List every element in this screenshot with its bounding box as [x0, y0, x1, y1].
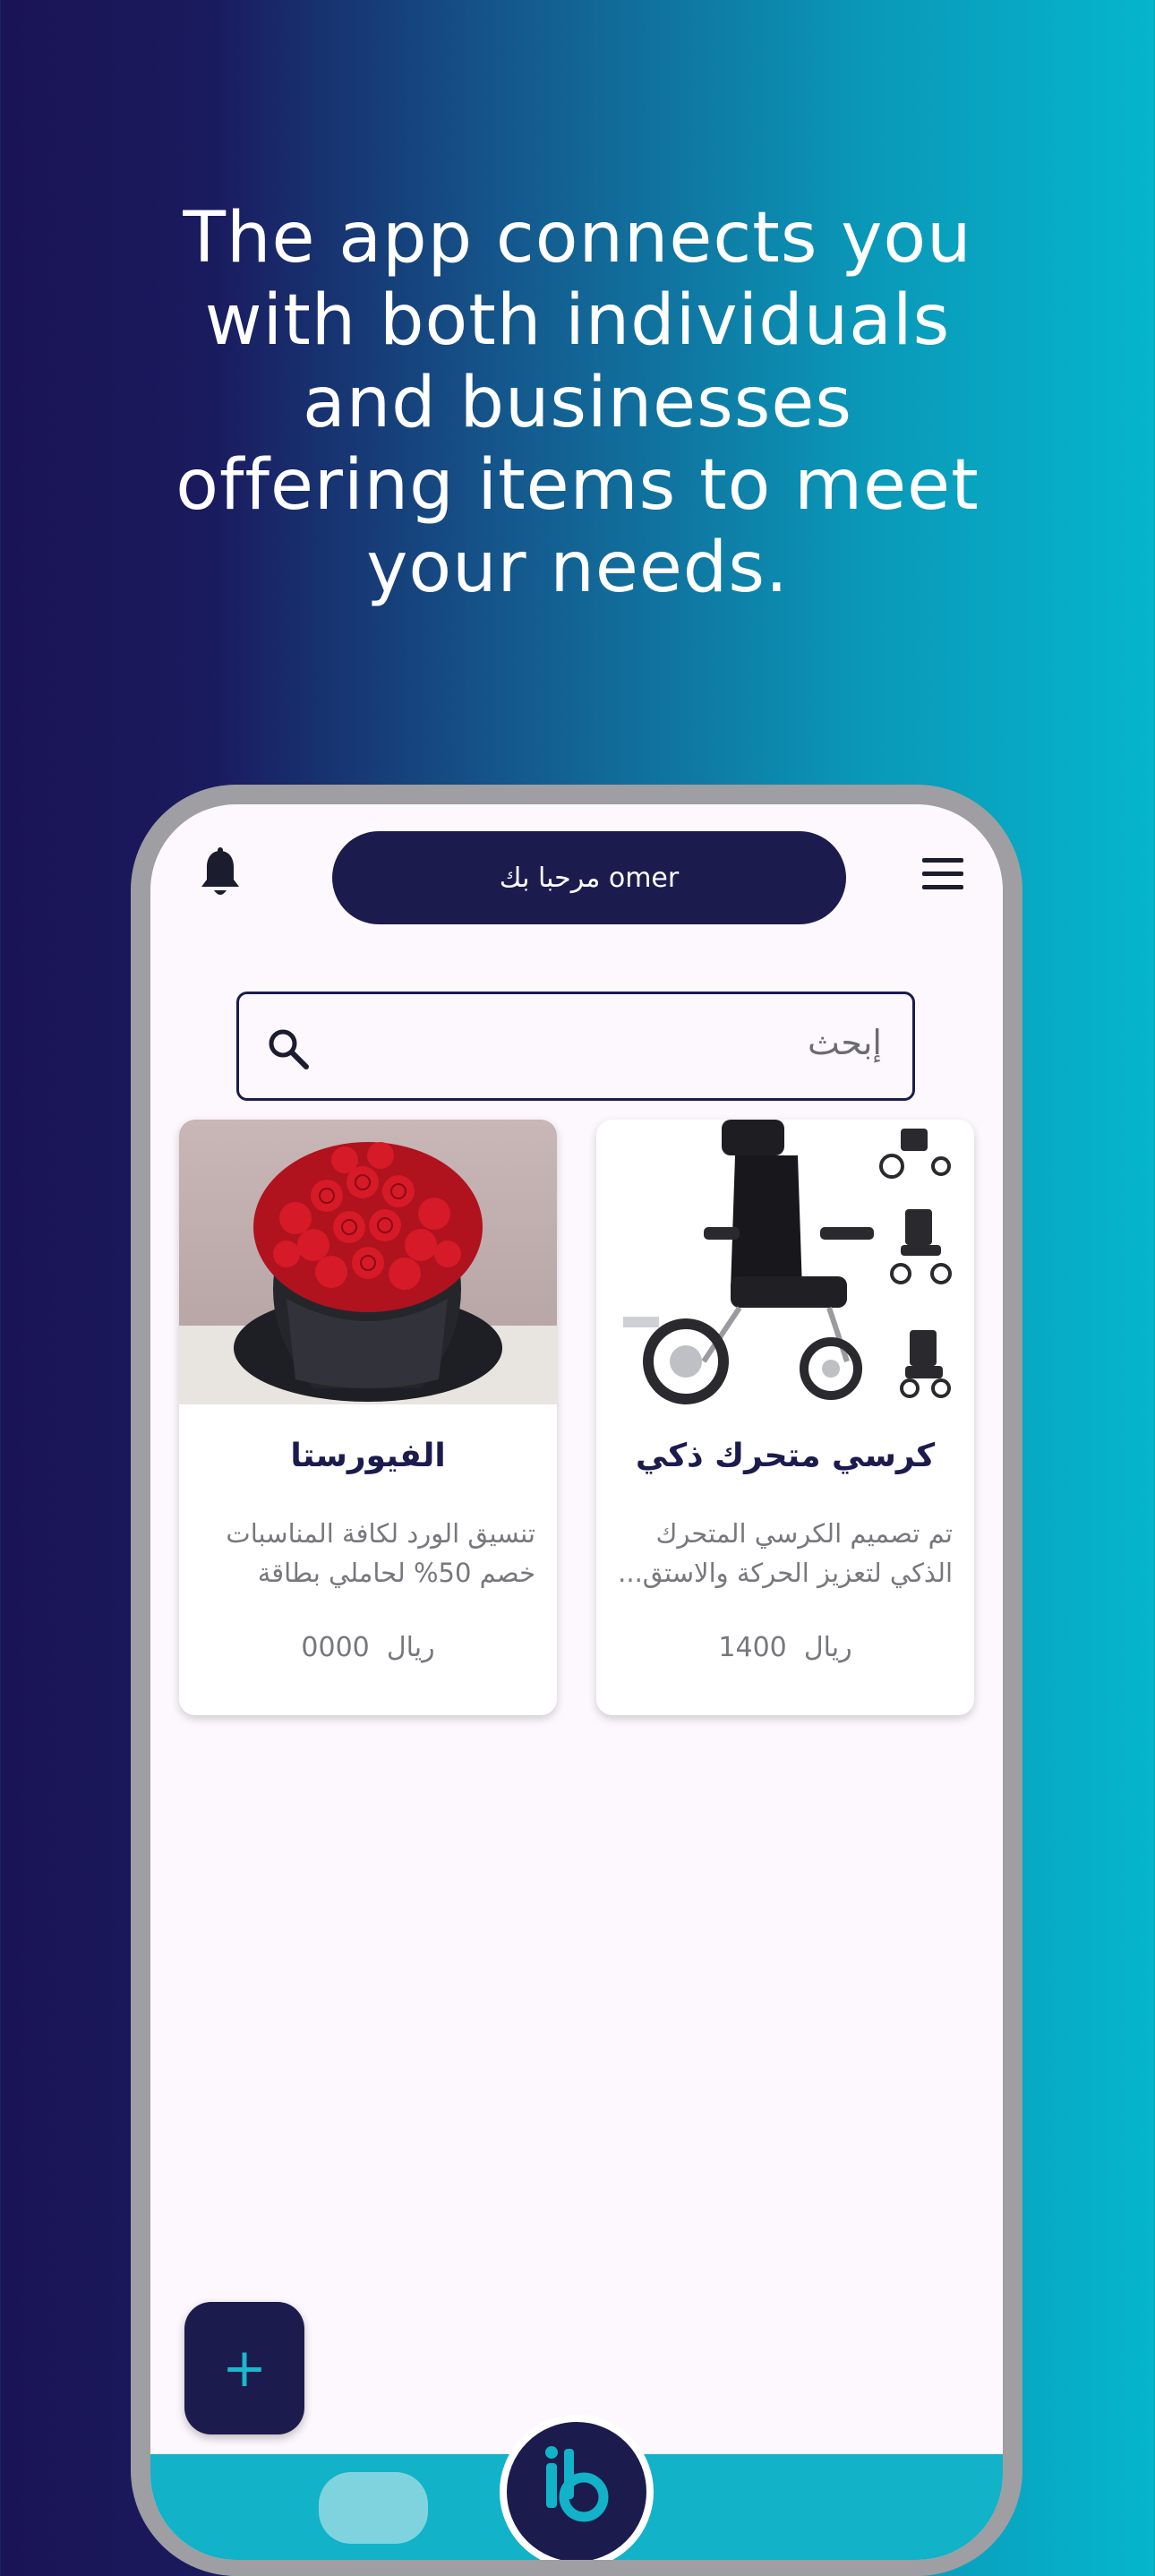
search-icon — [269, 1029, 309, 1069]
rose-bouquet-image — [179, 1120, 557, 1404]
product-card-florista[interactable]: الفيورستا تنسيق الورد لكافة المناسبات خص… — [179, 1120, 557, 1715]
center-logo-button[interactable] — [500, 2415, 654, 2560]
product-card-smart-wheelchair[interactable]: كرسي متحرك ذكي تم تصميم الكرسي المتحرك ا… — [596, 1120, 974, 1715]
product-price: ريال 0000 — [179, 1632, 557, 1663]
wheelchair-image — [596, 1120, 974, 1404]
price-value: 0000 — [301, 1632, 370, 1663]
headline: The app connects you with both individua… — [175, 198, 980, 608]
add-item-button[interactable]: + — [184, 2302, 304, 2434]
logo-icon — [545, 2446, 609, 2522]
hamburger-menu-icon[interactable] — [922, 858, 963, 892]
bell-icon[interactable] — [199, 847, 242, 899]
product-description: تنسيق الورد لكافة المناسبات خصم 50% لحام… — [226, 1518, 535, 1588]
app-screen: مرحبا بك omer إبحث الفيورستا تنسيق الورد… — [150, 804, 1003, 2560]
product-price: ريال 1400 — [596, 1632, 974, 1663]
search-placeholder: إبحث — [808, 1023, 882, 1062]
price-currency: ريال — [803, 1632, 852, 1663]
greeting-pill: مرحبا بك omer — [332, 831, 846, 924]
product-title: الفيورستا — [290, 1438, 446, 1474]
price-value: 1400 — [718, 1632, 787, 1663]
product-description: تم تصميم الكرسي المتحرك الذكي لتعزيز الح… — [618, 1518, 953, 1588]
phone-frame: مرحبا بك omer إبحث الفيورستا تنسيق الورد… — [131, 785, 1022, 2576]
product-title: كرسي متحرك ذكي — [635, 1438, 936, 1474]
bottom-nav-tab[interactable] — [319, 2472, 428, 2544]
price-currency: ريال — [386, 1632, 435, 1663]
search-input[interactable]: إبحث — [236, 992, 915, 1101]
